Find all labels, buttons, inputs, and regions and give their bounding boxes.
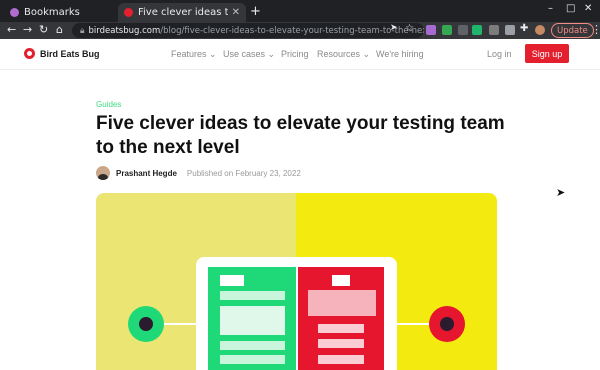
author-name: Prashant Hegde — [116, 168, 177, 178]
back-arrow-icon[interactable]: ← — [7, 23, 16, 36]
extension-icon[interactable] — [458, 25, 468, 35]
nav-resources[interactable]: Resources ⌄ — [317, 49, 370, 60]
send-icon[interactable]: ➤ — [390, 23, 398, 33]
tab-label: Five clever ideas to elevat — [138, 7, 228, 18]
url-path: /blog/five-clever-ideas-to-elevate-your-… — [160, 25, 424, 36]
article-title: Five clever ideas to elevate your testin… — [96, 113, 505, 158]
bird-eats-bug-favicon — [124, 8, 133, 17]
hero-illustration — [128, 257, 465, 370]
update-label: Update — [557, 25, 588, 36]
purple-heart-icon — [10, 8, 19, 17]
author-avatar — [96, 166, 110, 180]
nav-pricing[interactable]: Pricing — [281, 49, 309, 59]
nav-hiring[interactable]: We're hiring — [376, 49, 424, 59]
signup-label: Sign up — [531, 48, 563, 59]
signup-button[interactable]: Sign up — [525, 44, 569, 63]
close-tab-icon[interactable]: ✕ — [232, 7, 240, 18]
publish-date: Published on February 23, 2022 — [186, 168, 301, 178]
browser-toolbar: ← → ↻ ⌂ 🔒︎ birdeatsbug.com /blog/five-cl… — [0, 22, 600, 39]
home-icon[interactable]: ⌂ — [56, 23, 63, 36]
bird-eats-bug-logo-icon — [24, 48, 35, 59]
extension-icon[interactable] — [505, 25, 515, 35]
maximize-button[interactable]: □ — [566, 3, 575, 14]
extension-icon[interactable] — [472, 25, 482, 35]
profile-avatar[interactable] — [535, 25, 545, 35]
browser-tab-strip: Bookmarks Five clever ideas to elevat ✕ … — [0, 0, 600, 22]
puzzle-extensions-icon[interactable]: ✚ — [520, 23, 528, 34]
nav-use-cases[interactable]: Use cases ⌄ — [223, 49, 275, 60]
nav-features[interactable]: Features ⌄ — [171, 49, 217, 60]
new-tab-button[interactable]: + — [250, 4, 261, 19]
login-link[interactable]: Log in — [487, 49, 512, 59]
hero-image — [96, 193, 497, 370]
tab-bookmarks[interactable]: Bookmarks — [4, 3, 114, 22]
article-byline: Prashant Hegde Published on February 23,… — [96, 166, 301, 180]
mouse-cursor-icon: ➤ — [556, 187, 566, 199]
site-logo[interactable]: Bird Eats Bug — [24, 48, 100, 59]
forward-arrow-icon[interactable]: → — [23, 23, 32, 36]
update-button[interactable]: Update — [551, 23, 594, 38]
tab-label: Bookmarks — [24, 7, 80, 18]
tab-article[interactable]: Five clever ideas to elevat ✕ — [118, 3, 246, 22]
brand-name: Bird Eats Bug — [40, 48, 100, 59]
url-host: birdeatsbug.com — [88, 25, 161, 36]
lock-icon: 🔒︎ — [80, 25, 85, 36]
close-window-button[interactable]: ✕ — [584, 3, 592, 14]
site-header: Bird Eats Bug Features ⌄ Use cases ⌄ Pri… — [0, 39, 600, 70]
menu-kebab-icon[interactable]: ⋮ — [591, 23, 600, 36]
bookmark-star-icon[interactable]: ☆ — [405, 23, 414, 34]
article-category[interactable]: Guides — [96, 100, 121, 109]
reload-icon[interactable]: ↻ — [39, 23, 48, 36]
address-bar[interactable]: 🔒︎ birdeatsbug.com /blog/five-clever-ide… — [72, 23, 424, 38]
heart-extension-icon[interactable] — [426, 25, 436, 35]
grammarly-extension-icon[interactable] — [442, 25, 452, 35]
extension-icon[interactable] — [489, 25, 499, 35]
minimize-button[interactable]: – — [548, 3, 553, 14]
